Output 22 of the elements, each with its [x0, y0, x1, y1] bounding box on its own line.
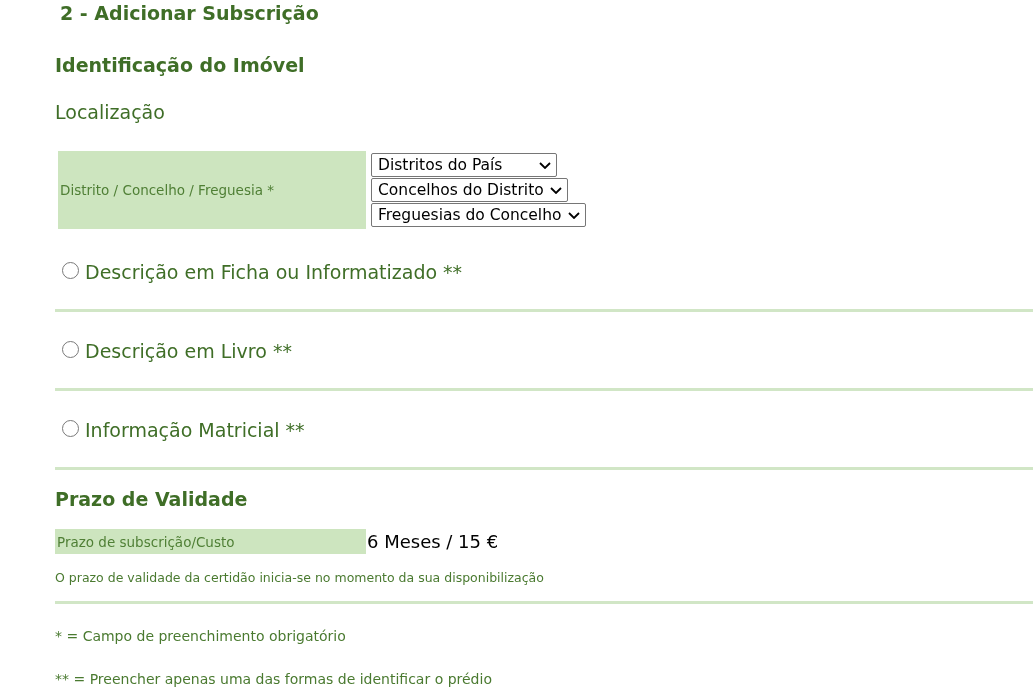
section-heading: Identificação do Imóvel	[55, 53, 305, 78]
option-label: Informação Matricial **	[85, 418, 305, 443]
caret-icon	[549, 186, 562, 194]
section-heading: Prazo de Validade	[55, 487, 248, 512]
option-label: Descrição em Livro **	[85, 339, 292, 364]
footnote-text: * = Campo de preenchimento obrigatório	[55, 627, 346, 646]
dropdown[interactable]: Concelhos do Distrito	[371, 178, 568, 202]
page-title: 2 - Adicionar Subscrição	[60, 1, 319, 26]
field-value: 6 Meses / 15 €	[367, 531, 499, 552]
option-label: Descrição em Ficha ou Informatizado **	[85, 260, 463, 285]
footnote-text: ** = Preencher apenas uma das formas de identificar o prédio	[55, 670, 492, 689]
radio-button[interactable]	[62, 261, 79, 279]
dropdown[interactable]: Freguesias do Concelho	[371, 203, 586, 227]
note-text: O prazo de validade da certidão inicia-se no momento da sua disponibilização	[55, 569, 544, 587]
field-label: Distrito / Concelho / Freguesia *	[58, 151, 366, 229]
caret-icon	[567, 211, 580, 219]
radio-button[interactable]	[62, 419, 79, 437]
field-label: Prazo de subscrição/Custo	[55, 529, 366, 554]
subsection-heading: Localização	[55, 100, 165, 125]
caret-icon	[539, 161, 551, 169]
radio-button[interactable]	[62, 340, 79, 358]
dropdown[interactable]: Distritos do País	[371, 153, 557, 177]
